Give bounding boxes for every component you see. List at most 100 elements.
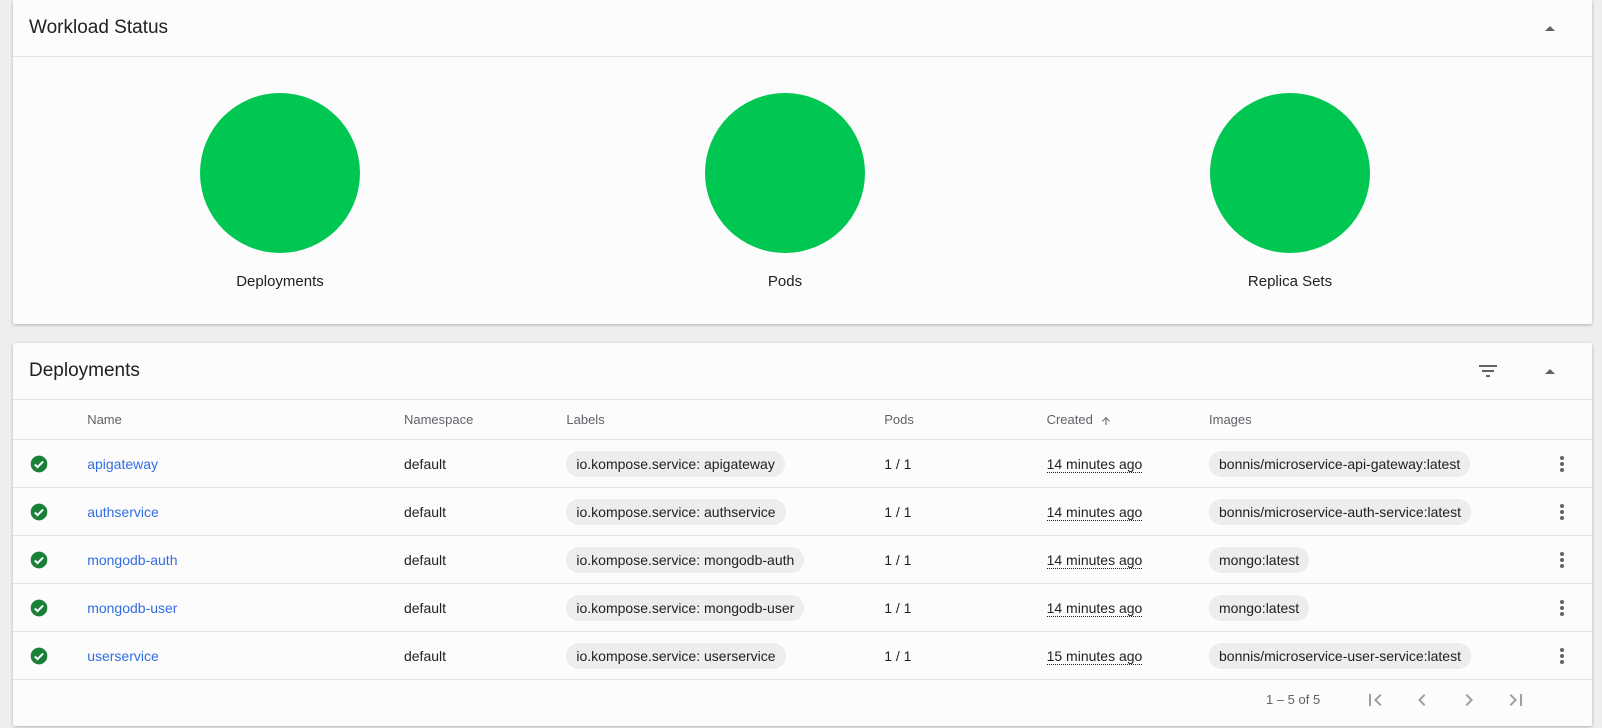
deployments-card: Deployments Name Namespace Labels Pods C… [13,343,1592,726]
actions-column-header [1531,400,1592,440]
check-circle-icon [30,647,48,664]
table-row: mongodb-auth default io.kompose.service:… [13,535,1592,584]
deployments-title: Deployments [29,360,140,381]
filter-button[interactable] [1476,359,1500,383]
name-column-header[interactable]: Name [87,400,404,440]
table-row: userservice default io.kompose.service: … [13,631,1592,680]
workload-status-card: Workload Status Deployments Pods Replica… [13,0,1592,324]
workload-status-header: Workload Status [13,0,1592,57]
replica-sets-status-circle[interactable] [1210,93,1370,253]
deployments-status-chart[interactable]: Deployments [170,93,390,290]
created-cell: 14 minutes ago [1046,439,1209,488]
images-cell: bonnis/microservice-user-service:latest [1209,631,1532,680]
arrow-drop-up-icon [1545,25,1555,31]
created-time[interactable]: 14 minutes ago [1046,551,1143,569]
images-cell: bonnis/microservice-auth-service:latest [1209,487,1532,536]
created-time[interactable]: 15 minutes ago [1046,647,1143,665]
actions-cell [1531,631,1592,680]
deployments-table: Name Namespace Labels Pods Created Image… [13,400,1592,680]
paginator: 1 – 5 of 5 [13,680,1592,720]
deployments-status-circle[interactable] [200,93,360,253]
collapse-deployments-button[interactable] [1538,359,1562,383]
name-cell: userservice [87,631,404,680]
image-chip: bonnis/microservice-api-gateway:latest [1209,450,1471,477]
images-cell: bonnis/microservice-api-gateway:latest [1209,439,1532,488]
created-cell: 14 minutes ago [1046,487,1209,536]
created-time[interactable]: 14 minutes ago [1046,599,1143,617]
pods-column-header: Pods [884,400,1047,440]
images-cell: mongo:latest [1209,583,1532,632]
pods-status-label: Pods [767,273,803,290]
image-chip: bonnis/microservice-auth-service:latest [1209,498,1471,525]
check-circle-icon [30,599,48,616]
label-chip: io.kompose.service: mongodb-auth [566,546,805,573]
name-cell: apigateway [87,439,404,488]
arrow-upward-icon [1102,416,1111,425]
chevron-right-icon[interactable] [1457,688,1481,712]
more-vert-icon[interactable] [1550,596,1574,620]
name-cell: mongodb-user [87,583,404,632]
namespace-cell: default [403,487,567,536]
labels-cell: io.kompose.service: apigateway [566,439,885,488]
image-chip: bonnis/microservice-user-service:latest [1209,642,1471,669]
workload-status-title: Workload Status [29,17,169,38]
paginator-range-label: 1 – 5 of 5 [1266,692,1321,707]
check-circle-icon [30,551,48,568]
created-column-header[interactable]: Created [1046,400,1209,440]
pods-cell: 1 / 1 [884,487,1047,536]
namespace-column-header[interactable]: Namespace [403,400,567,440]
table-row: authservice default io.kompose.service: … [13,487,1592,536]
image-chip: mongo:latest [1209,546,1310,573]
filter-icon [1479,365,1497,377]
label-chip: io.kompose.service: userservice [566,642,786,669]
actions-cell [1531,439,1592,488]
status-column-header [13,400,88,440]
pods-cell: 1 / 1 [884,583,1047,632]
deployment-name-link[interactable]: mongodb-auth [87,552,177,568]
labels-cell: io.kompose.service: mongodb-user [566,583,885,632]
table-header-row: Name Namespace Labels Pods Created Image… [13,400,1592,440]
name-cell: mongodb-auth [87,535,404,584]
label-chip: io.kompose.service: authservice [566,498,786,525]
deployment-name-link[interactable]: apigateway [87,456,158,472]
table-row: mongodb-user default io.kompose.service:… [13,583,1592,632]
replica-sets-status-chart[interactable]: Replica Sets [1180,93,1400,290]
labels-cell: io.kompose.service: mongodb-auth [566,535,885,584]
created-time[interactable]: 14 minutes ago [1046,455,1143,473]
status-cell [13,583,88,632]
pods-status-circle[interactable] [705,93,865,253]
first-page-icon[interactable] [1363,688,1387,712]
pods-header-label: Pods [884,412,914,427]
last-page-icon[interactable] [1504,688,1528,712]
check-circle-icon [30,503,48,520]
more-vert-icon[interactable] [1550,548,1574,572]
more-vert-icon[interactable] [1550,500,1574,524]
deployment-name-link[interactable]: authservice [87,504,159,520]
deployment-name-link[interactable]: userservice [87,648,159,664]
pods-cell: 1 / 1 [884,535,1047,584]
namespace-cell: default [403,535,567,584]
created-cell: 14 minutes ago [1046,535,1209,584]
namespace-header-label: Namespace [403,412,474,427]
pods-status-chart[interactable]: Pods [675,93,895,290]
arrow-drop-up-icon [1545,368,1555,374]
collapse-workload-button[interactable] [1538,16,1562,40]
actions-cell [1531,583,1592,632]
images-column-header: Images [1209,400,1532,440]
created-cell: 14 minutes ago [1046,583,1209,632]
deployment-name-link[interactable]: mongodb-user [87,600,177,616]
created-time[interactable]: 14 minutes ago [1046,503,1143,521]
label-chip: io.kompose.service: apigateway [566,450,785,477]
chevron-left-icon[interactable] [1410,688,1434,712]
more-vert-icon[interactable] [1550,452,1574,476]
more-vert-icon[interactable] [1550,644,1574,668]
name-cell: authservice [87,487,404,536]
pods-cell: 1 / 1 [884,631,1047,680]
images-header-label: Images [1209,412,1252,427]
labels-column-header: Labels [566,400,885,440]
status-cell [13,439,88,488]
name-header-label: Name [87,412,122,427]
workload-status-charts: Deployments Pods Replica Sets [13,57,1592,325]
replica-sets-status-label: Replica Sets [1247,273,1333,290]
actions-cell [1531,535,1592,584]
